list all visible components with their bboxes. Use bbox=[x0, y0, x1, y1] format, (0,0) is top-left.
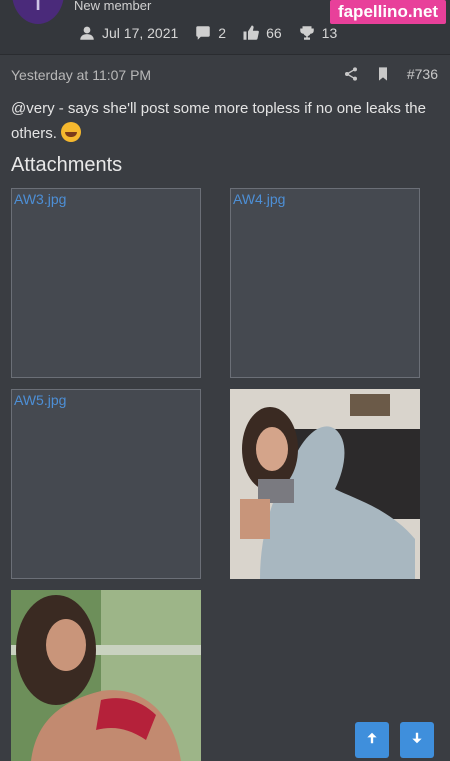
points-count: 13 bbox=[321, 25, 338, 41]
attachment-link[interactable]: AW5.jpg bbox=[14, 392, 66, 408]
message-count: 2 bbox=[218, 25, 227, 41]
watermark-logo: fapellino.net bbox=[330, 0, 446, 24]
attachment-photo-thumbnail[interactable] bbox=[230, 389, 420, 579]
arrow-up-icon bbox=[365, 731, 379, 750]
member-role: New member bbox=[74, 0, 152, 13]
attachment-aw4[interactable]: AW4.jpg bbox=[230, 188, 420, 378]
post-body: @very - says she'll post some more tople… bbox=[11, 96, 441, 146]
attachment-link[interactable]: AW4.jpg bbox=[233, 191, 285, 207]
comments-icon bbox=[194, 24, 212, 42]
avatar[interactable]: T bbox=[12, 0, 64, 24]
joined-date: Jul 17, 2021 bbox=[102, 25, 179, 41]
post-actions: #736 bbox=[343, 66, 438, 82]
attachments-title: Attachments bbox=[11, 154, 123, 176]
member-stats: Jul 17, 2021 2 66 13 bbox=[78, 24, 337, 42]
user-icon bbox=[78, 24, 96, 42]
trophy-icon bbox=[298, 24, 316, 42]
bookmark-icon[interactable] bbox=[375, 66, 391, 82]
arrow-down-icon bbox=[410, 731, 424, 750]
attachment-link[interactable]: AW3.jpg bbox=[14, 191, 66, 207]
share-icon[interactable] bbox=[343, 66, 359, 82]
attachment-aw5[interactable]: AW5.jpg bbox=[11, 389, 201, 579]
scroll-down-button[interactable] bbox=[400, 722, 434, 758]
scroll-up-button[interactable] bbox=[355, 722, 389, 758]
post-timestamp[interactable]: Yesterday at 11:07 PM bbox=[11, 67, 151, 83]
post-number[interactable]: #736 bbox=[407, 66, 438, 82]
attachment-aw3[interactable]: AW3.jpg bbox=[11, 188, 201, 378]
reaction-count: 66 bbox=[266, 25, 282, 41]
attachment-photo-thumbnail[interactable] bbox=[11, 590, 201, 761]
laughing-emoji-icon bbox=[61, 122, 82, 142]
thumbs-up-icon bbox=[242, 24, 260, 42]
member-header: T New member Jul 17, 2021 2 66 13 fapell… bbox=[0, 0, 450, 55]
avatar-letter: T bbox=[29, 0, 47, 16]
